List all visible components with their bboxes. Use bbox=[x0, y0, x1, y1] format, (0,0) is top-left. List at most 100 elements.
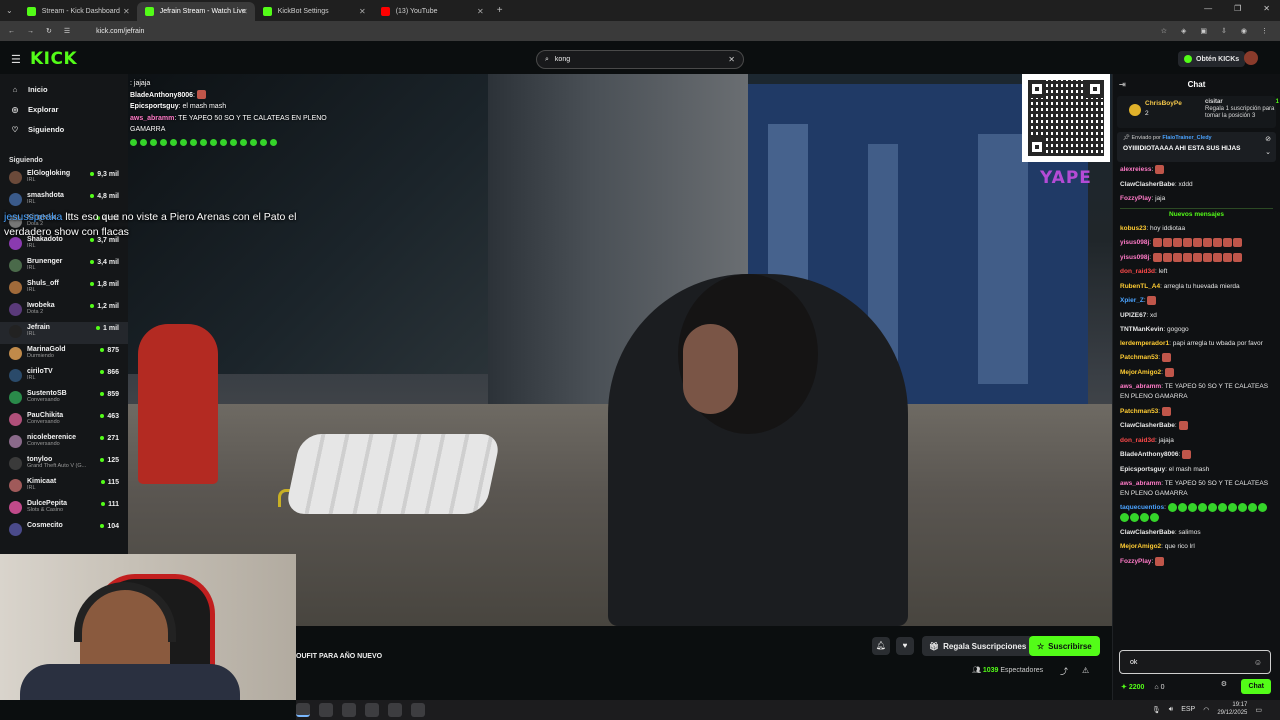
followed-channel[interactable]: MarinaGold Durmiendo 875 bbox=[0, 344, 128, 366]
new-messages-divider[interactable]: Nuevos mensajes bbox=[1120, 208, 1273, 218]
chat-send-button[interactable]: Chat bbox=[1241, 679, 1271, 694]
chat-username[interactable]: ClawClasherBabe bbox=[1120, 181, 1175, 188]
chat-username[interactable]: FozzyPlay bbox=[1120, 558, 1151, 565]
notification-bell-button[interactable]: 🔔︎ bbox=[872, 637, 890, 655]
followed-channel[interactable]: Brunenger IRL 3,4 mil bbox=[0, 256, 128, 278]
download-icon[interactable]: ⇩ bbox=[1221, 27, 1227, 35]
followed-channel[interactable]: Cosmecito 104 bbox=[0, 520, 128, 542]
reload-icon[interactable]: ↻ bbox=[46, 27, 52, 35]
followed-channel[interactable]: tonyloo Grand Theft Auto V (G... 125 bbox=[0, 454, 128, 476]
site-info-icon[interactable]: ☰ bbox=[64, 27, 70, 35]
back-icon[interactable]: ← bbox=[8, 28, 15, 35]
browser-tab-kickbot[interactable]: KickBot Settings ✕ bbox=[255, 2, 373, 21]
maximize-icon[interactable]: ❐ bbox=[1234, 4, 1241, 13]
followed-channel[interactable]: Shuls_off IRL 1,8 mil bbox=[0, 278, 128, 300]
follow-heart-button[interactable]: ♥ bbox=[896, 637, 914, 655]
followed-channel[interactable]: nicoleberenice Conversando 271 bbox=[0, 432, 128, 454]
search-input[interactable] bbox=[554, 56, 725, 63]
chat-username[interactable]: RubenTL_A4 bbox=[1120, 283, 1160, 290]
tab-list-chevron-icon[interactable]: ⌄ bbox=[0, 6, 19, 15]
chat-username[interactable]: alexreiess bbox=[1120, 166, 1151, 173]
nav-siguiendo[interactable]: ♡ Siguiendo bbox=[0, 119, 128, 139]
new-tab-button[interactable]: + bbox=[497, 5, 503, 16]
followed-channel[interactable]: ElGlogloking IRL 9,3 mil bbox=[0, 168, 128, 190]
menu-hamburger-icon[interactable]: ☰ bbox=[11, 53, 21, 66]
gift-subs-button[interactable]: 🎁︎ Regala Suscripciones bbox=[922, 636, 1034, 656]
forward-icon[interactable]: → bbox=[27, 28, 34, 35]
chat-username[interactable]: FozzyPlay bbox=[1120, 195, 1151, 202]
report-icon[interactable]: ⚠ bbox=[1082, 666, 1089, 675]
language-indicator[interactable]: ESP bbox=[1181, 706, 1195, 713]
redeem-count[interactable]: ⌂ 0 bbox=[1154, 684, 1164, 691]
unpin-icon[interactable]: ⊘ bbox=[1265, 135, 1271, 143]
clear-search-icon[interactable]: ✕ bbox=[728, 55, 735, 64]
chat-username[interactable]: aws_abramm bbox=[1120, 383, 1161, 390]
nav-inicio[interactable]: ⌂ Inicio bbox=[0, 79, 128, 99]
volume-icon[interactable]: 🔊︎ bbox=[1169, 706, 1173, 714]
extensions-puzzle-icon[interactable]: ▣ bbox=[1200, 27, 1207, 35]
chat-username[interactable]: ClawClasherBabe bbox=[1120, 423, 1175, 430]
browser-tab-jefrain[interactable]: Jefrain Stream - Watch Live ✕ bbox=[136, 2, 255, 21]
expand-chevron-icon[interactable]: ⌄ bbox=[1265, 148, 1271, 156]
clock[interactable]: 19:17 29/12/2025 bbox=[1217, 702, 1247, 717]
browser-menu-icon[interactable]: ⋮ bbox=[1261, 27, 1268, 35]
followed-channel[interactable]: Jefrain IRL 1 mil bbox=[0, 322, 128, 344]
chat-username[interactable]: TNTManKevin bbox=[1120, 326, 1163, 333]
chat-input[interactable] bbox=[1130, 658, 1248, 666]
chat-username[interactable]: MejorAmigo2 bbox=[1120, 543, 1161, 550]
notifications-icon[interactable]: ▭ bbox=[1255, 706, 1262, 714]
chat-username[interactable]: kobus23 bbox=[1120, 225, 1146, 232]
followed-channel[interactable]: PauChikita Conversando 463 bbox=[0, 410, 128, 432]
followed-channel[interactable]: smashdota IRL 4,8 mil bbox=[0, 190, 128, 212]
chat-username[interactable]: don_raid3d bbox=[1120, 437, 1155, 444]
chat-username[interactable]: Patchman53 bbox=[1120, 355, 1158, 362]
notes-app-icon[interactable] bbox=[365, 703, 379, 717]
chat-username[interactable]: BladeAnthony8006 bbox=[1120, 451, 1179, 458]
browser-tab-dashboard[interactable]: Stream - Kick Dashboard ✕ bbox=[19, 2, 137, 21]
chat-username[interactable]: taquecuentios bbox=[1120, 504, 1164, 511]
wifi-icon[interactable]: ◠ bbox=[1203, 706, 1209, 714]
steam-app-icon[interactable] bbox=[388, 703, 402, 717]
discord-app-icon[interactable] bbox=[319, 703, 333, 717]
subscribe-button[interactable]: ☆ Suscribirse bbox=[1029, 636, 1100, 656]
user-avatar[interactable] bbox=[1244, 51, 1258, 65]
browser-tab-youtube[interactable]: (13) YouTube ✕ bbox=[373, 2, 491, 21]
close-tab-icon[interactable]: ✕ bbox=[359, 7, 366, 16]
video-player[interactable] bbox=[128, 74, 1112, 626]
close-window-icon[interactable]: ✕ bbox=[1263, 4, 1270, 13]
channel-points[interactable]: ✦ 2200 bbox=[1121, 683, 1144, 691]
followed-channel[interactable]: SustentoSB Conversando 859 bbox=[0, 388, 128, 410]
emoji-icon[interactable]: ☺ bbox=[1254, 658, 1262, 667]
search-box[interactable]: ⌕ ✕ bbox=[536, 50, 744, 69]
url-field[interactable]: kick.com/jefrain bbox=[96, 28, 144, 35]
chat-input-box[interactable]: ☺ bbox=[1119, 650, 1271, 674]
extension-icon[interactable]: ◈ bbox=[1181, 27, 1186, 35]
chat-username[interactable]: MejorAmigo2 bbox=[1120, 369, 1161, 376]
chrome-app-icon[interactable] bbox=[296, 703, 310, 717]
followed-channel[interactable]: Kimicaat IRL 115 bbox=[0, 476, 128, 498]
minimize-icon[interactable]: — bbox=[1204, 4, 1212, 13]
get-kicks-button[interactable]: Obtén KICKs bbox=[1178, 51, 1246, 67]
share-icon[interactable]: ⤴ bbox=[1060, 666, 1068, 677]
followed-channel[interactable]: DulcePepita Slots & Casino 111 bbox=[0, 498, 128, 520]
chat-username[interactable]: ClawClasherBabe bbox=[1120, 529, 1175, 536]
bookmark-star-icon[interactable]: ☆ bbox=[1161, 27, 1167, 35]
close-tab-icon[interactable]: ✕ bbox=[123, 7, 130, 16]
chat-username[interactable]: yisus098j bbox=[1120, 254, 1149, 261]
chat-username[interactable]: aws_abramm bbox=[1120, 480, 1161, 487]
chat-settings-icon[interactable]: ⚙ bbox=[1221, 680, 1227, 688]
close-tab-icon[interactable]: ✕ bbox=[241, 7, 248, 16]
chat-username[interactable]: Patchman53 bbox=[1120, 408, 1158, 415]
close-tab-icon[interactable]: ✕ bbox=[477, 7, 484, 16]
obs-app-icon[interactable] bbox=[342, 703, 356, 717]
chat-username[interactable]: Epicsportsguy bbox=[1120, 466, 1165, 473]
chat-username[interactable]: Xpier_Z bbox=[1120, 297, 1144, 304]
chat-username[interactable]: don_raid3d bbox=[1120, 268, 1155, 275]
nav-explorar[interactable]: ◎ Explorar bbox=[0, 99, 128, 119]
followed-channel[interactable]: Iwobeka Dota 2 1,2 mil bbox=[0, 300, 128, 322]
collapse-chat-icon[interactable]: ⇥ bbox=[1119, 74, 1126, 96]
chat-username[interactable]: lerdemperador1 bbox=[1120, 340, 1169, 347]
followed-channel[interactable]: ciriloTV IRL 866 bbox=[0, 366, 128, 388]
chat-username[interactable]: UPIZE67 bbox=[1120, 312, 1146, 319]
kick-logo[interactable]: KICK bbox=[30, 49, 77, 69]
